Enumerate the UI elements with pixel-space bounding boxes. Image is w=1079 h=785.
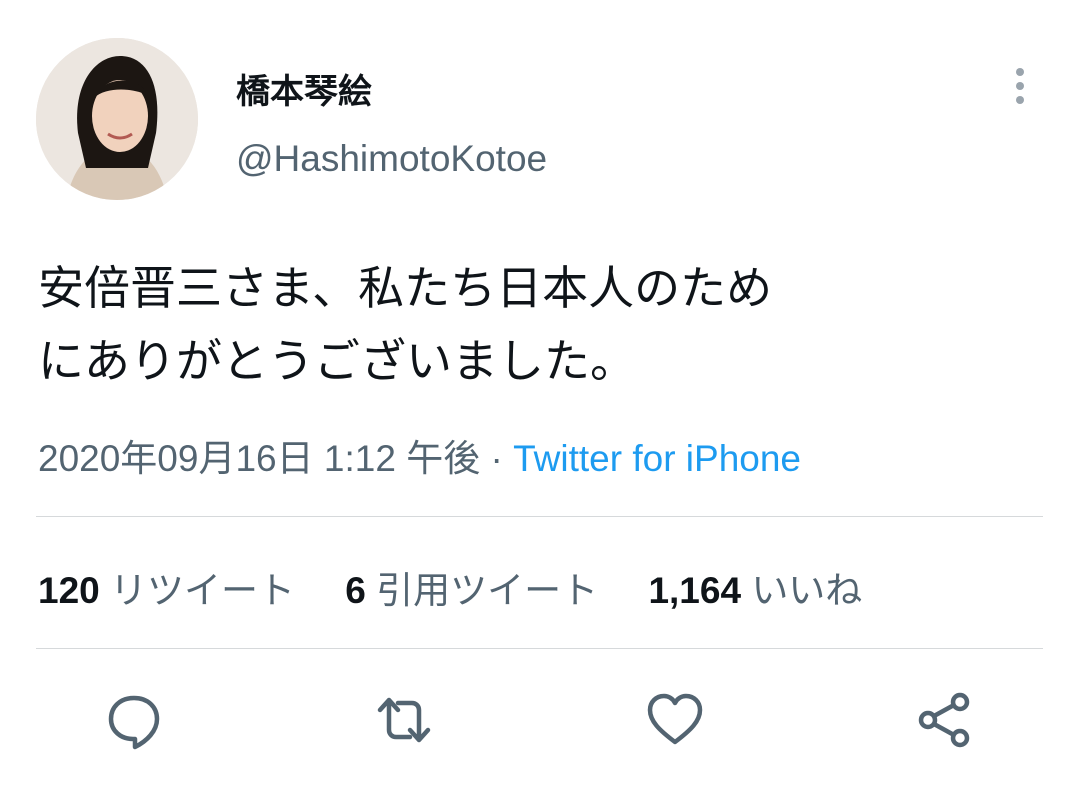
- source-link[interactable]: Twitter for iPhone: [513, 438, 801, 479]
- like-button[interactable]: [645, 690, 705, 750]
- display-name[interactable]: 橋本琴絵: [236, 64, 372, 113]
- divider: [36, 516, 1043, 517]
- likes-stat[interactable]: 1,164 いいね: [648, 570, 862, 611]
- meta-separator: ·: [490, 438, 503, 479]
- quotes-label: 引用ツイート: [376, 570, 599, 611]
- tweet-text: 安倍晋三さま、私たち日本人のため にありがとうございました。: [38, 252, 1048, 398]
- retweets-label: リツイート: [110, 570, 296, 611]
- more-options-icon[interactable]: [1008, 66, 1032, 106]
- quotes-count: 6: [345, 570, 366, 611]
- reply-button[interactable]: [104, 690, 164, 750]
- engagement-stats: 120 リツイート 6 引用ツイート 1,164 いいね: [38, 560, 902, 614]
- speech-bubble-icon: [108, 695, 160, 750]
- timestamp[interactable]: 2020年09月16日 1:12 午後: [38, 438, 480, 479]
- likes-label: いいね: [751, 570, 863, 611]
- avatar[interactable]: [36, 38, 198, 200]
- profile-photo-icon: [36, 38, 198, 200]
- share-icon: [918, 692, 970, 748]
- tweet-text-line-1: 安倍晋三さま、私たち日本人のため: [38, 261, 773, 315]
- retweet-button[interactable]: [374, 690, 434, 750]
- tweet-text-line-2: にありがとうございました。: [38, 334, 636, 388]
- retweets-stat[interactable]: 120 リツイート: [38, 570, 305, 611]
- retweets-count: 120: [38, 570, 100, 611]
- share-button[interactable]: [914, 690, 974, 750]
- retweet-icon: [377, 697, 431, 743]
- likes-count: 1,164: [648, 570, 742, 611]
- user-handle[interactable]: @HashimotoKotoe: [236, 138, 547, 180]
- divider: [36, 648, 1043, 649]
- tweet-meta: 2020年09月16日 1:12 午後 · Twitter for iPhone: [38, 428, 801, 482]
- heart-icon: [647, 693, 703, 745]
- quotes-stat[interactable]: 6 引用ツイート: [345, 570, 608, 611]
